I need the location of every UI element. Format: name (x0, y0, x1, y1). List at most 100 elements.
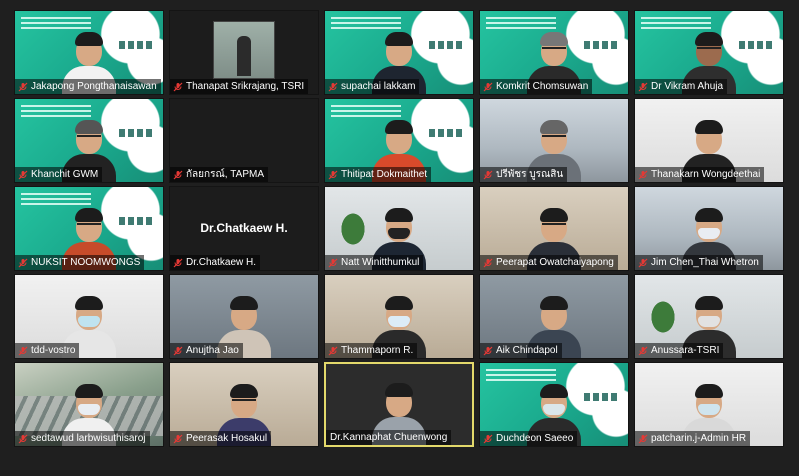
video-grid: Jakapong Pongthanaisawan Thanapat Srikra… (14, 10, 784, 466)
microphone-muted-icon (483, 82, 493, 92)
participant-name: Jim Chen_Thai Whetron (651, 257, 759, 268)
participant-tile[interactable]: Khanchit GWM (14, 98, 164, 183)
microphone-muted-icon (173, 82, 183, 92)
participant-name: Dr.Kannaphat Chuenwong (330, 432, 448, 443)
microphone-muted-icon (328, 170, 338, 180)
participant-name-label: tdd-vostro (15, 343, 80, 358)
participant-name: Thanakarn Wongdeethai (651, 169, 761, 180)
participant-name: sedtawud larbwisuthisaroj (31, 433, 146, 444)
microphone-muted-icon (638, 82, 648, 92)
participant-name-label: patcharin.j-Admin HR (635, 431, 751, 446)
participant-name: NUKSIT NOOMWONGS (31, 257, 141, 268)
participant-tile[interactable]: Thitipat Dokmaithet (324, 98, 474, 183)
microphone-muted-icon (173, 434, 183, 444)
participant-tile[interactable]: Jakapong Pongthanaisawan (14, 10, 164, 95)
participant-tile[interactable]: Thanapat Srikrajang, TSRI (169, 10, 319, 95)
participant-name: Dr.Chatkaew H. (186, 257, 257, 268)
microphone-muted-icon (483, 170, 493, 180)
participant-name-label: Jim Chen_Thai Whetron (635, 255, 763, 270)
microphone-muted-icon (638, 346, 648, 356)
participant-name-label: Aik Chindapol (480, 343, 562, 358)
microphone-muted-icon (328, 82, 338, 92)
microphone-muted-icon (638, 170, 648, 180)
participant-name-label: Thanapat Srikrajang, TSRI (170, 79, 309, 94)
participant-name-label: Peerapat Owatchaiyapong (480, 255, 618, 270)
microphone-muted-icon (483, 258, 493, 268)
participant-name: Jakapong Pongthanaisawan (31, 81, 157, 92)
participant-name: กัลยกรณ์, TAPMA (186, 169, 265, 180)
microphone-muted-icon (18, 346, 28, 356)
participant-tile[interactable]: Dr Vikram Ahuja (634, 10, 784, 95)
microphone-muted-icon (18, 82, 28, 92)
active-speaker-tile[interactable]: Dr.Kannaphat Chuenwong (324, 362, 474, 447)
microphone-muted-icon (18, 170, 28, 180)
participant-name: Aik Chindapol (496, 345, 558, 356)
participant-name-label: Anussara-TSRI (635, 343, 724, 358)
microphone-muted-icon (18, 434, 28, 444)
participant-tile[interactable]: Natt Winitthumkul (324, 186, 474, 271)
participant-name-label: Komkrit Chomsuwan (480, 79, 593, 94)
participant-name-label: กัลยกรณ์, TAPMA (170, 167, 269, 182)
participant-tile[interactable]: Komkrit Chomsuwan (479, 10, 629, 95)
participant-tile[interactable]: Thanakarn Wongdeethai (634, 98, 784, 183)
participant-name-label: Khanchit GWM (15, 167, 103, 182)
participant-name: Komkrit Chomsuwan (496, 81, 589, 92)
microphone-muted-icon (328, 258, 338, 268)
participant-name-label: Thammaporn R. (325, 343, 418, 358)
participant-tile[interactable]: NUKSIT NOOMWONGS (14, 186, 164, 271)
participant-name-label: Thanakarn Wongdeethai (635, 167, 765, 182)
participant-tile[interactable]: Peerasak Hosakul (169, 362, 319, 447)
participant-tile[interactable]: Anujtha Jao (169, 274, 319, 359)
participant-name-label: Thitipat Dokmaithet (325, 167, 432, 182)
participant-name-label: Anujtha Jao (170, 343, 243, 358)
participant-tile[interactable]: ปรีพัชร บูรณสิน (479, 98, 629, 183)
participant-name: Dr Vikram Ahuja (651, 81, 724, 92)
participant-tile[interactable]: Anussara-TSRI (634, 274, 784, 359)
participant-tile[interactable]: Thammaporn R. (324, 274, 474, 359)
participant-name: supachai lakkam (341, 81, 416, 92)
participant-tile[interactable]: supachai lakkam (324, 10, 474, 95)
participant-name: Thitipat Dokmaithet (341, 169, 428, 180)
participant-tile[interactable]: Duchdeon Saeeo (479, 362, 629, 447)
participant-display-name: Dr.Chatkaew H. (200, 221, 288, 235)
participant-name-label: Duchdeon Saeeo (480, 431, 578, 446)
participant-name-label: sedtawud larbwisuthisaroj (15, 431, 150, 446)
participant-name-label: NUKSIT NOOMWONGS (15, 255, 145, 270)
microphone-muted-icon (638, 258, 648, 268)
participant-name: Thanapat Srikrajang, TSRI (186, 81, 305, 92)
participant-name-label: Dr.Kannaphat Chuenwong (326, 430, 452, 445)
participant-video (213, 21, 275, 79)
participant-tile[interactable]: กัลยกรณ์, TAPMA (169, 98, 319, 183)
participant-name-label: Jakapong Pongthanaisawan (15, 79, 161, 94)
participant-name-label: Dr Vikram Ahuja (635, 79, 728, 94)
participant-tile[interactable]: Aik Chindapol (479, 274, 629, 359)
participant-name-label: Natt Winitthumkul (325, 255, 424, 270)
microphone-muted-icon (173, 258, 183, 268)
participant-name: patcharin.j-Admin HR (651, 433, 747, 444)
participant-name-label: Dr.Chatkaew H. (170, 255, 261, 270)
microphone-muted-icon (328, 346, 338, 356)
participant-name-label: supachai lakkam (325, 79, 420, 94)
microphone-muted-icon (483, 434, 493, 444)
participant-name: tdd-vostro (31, 345, 76, 356)
participant-name: Duchdeon Saeeo (496, 433, 574, 444)
participant-name-label: Peerasak Hosakul (170, 431, 272, 446)
participant-tile[interactable]: patcharin.j-Admin HR (634, 362, 784, 447)
participant-tile[interactable]: Dr.Chatkaew H. Dr.Chatkaew H. (169, 186, 319, 271)
microphone-muted-icon (173, 170, 183, 180)
microphone-muted-icon (483, 346, 493, 356)
participant-name-label: ปรีพัชร บูรณสิน (480, 167, 568, 182)
microphone-muted-icon (173, 346, 183, 356)
microphone-muted-icon (638, 434, 648, 444)
participant-tile[interactable]: Jim Chen_Thai Whetron (634, 186, 784, 271)
participant-name: Thammaporn R. (341, 345, 414, 356)
participant-tile[interactable]: sedtawud larbwisuthisaroj (14, 362, 164, 447)
participant-name: Anussara-TSRI (651, 345, 720, 356)
participant-tile[interactable]: tdd-vostro (14, 274, 164, 359)
microphone-muted-icon (18, 258, 28, 268)
participant-name: ปรีพัชร บูรณสิน (496, 169, 564, 180)
participant-name: Peerapat Owatchaiyapong (496, 257, 614, 268)
participant-tile[interactable]: Peerapat Owatchaiyapong (479, 186, 629, 271)
participant-name: Khanchit GWM (31, 169, 99, 180)
participant-name: Natt Winitthumkul (341, 257, 420, 268)
